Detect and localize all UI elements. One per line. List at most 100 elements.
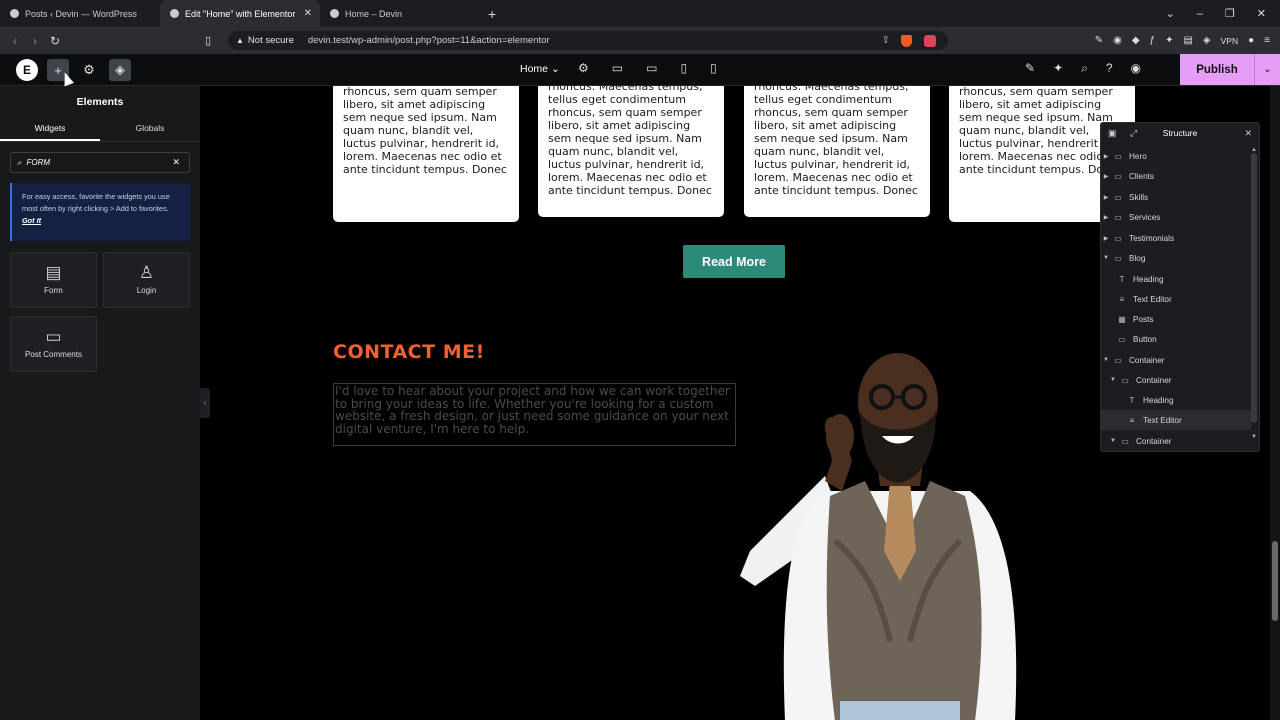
person-photo[interactable] <box>730 341 1050 720</box>
caret-down-icon[interactable]: ▼ <box>1108 377 1118 383</box>
sidebar-icon[interactable]: ▤ <box>1183 35 1192 46</box>
site-settings-icon[interactable]: ⚙ <box>78 59 100 81</box>
caret-right-icon[interactable]: ▶ <box>1101 173 1111 180</box>
structure-item-container[interactable]: ▼ ▭ Container <box>1101 350 1251 370</box>
ai-icon[interactable]: ✦ <box>1053 61 1063 76</box>
back-icon[interactable]: ‹ <box>5 34 25 48</box>
puzzle-icon[interactable]: ✦ <box>1165 35 1173 46</box>
structure-item-hero[interactable]: ▶ ▭ Hero <box>1101 146 1251 166</box>
extension-icon[interactable]: ◆ <box>1132 35 1140 46</box>
structure-item-clients[interactable]: ▶ ▭ Clients <box>1101 166 1251 186</box>
post-excerpt: rhoncus, sem quam semper libero, sit ame… <box>343 86 507 176</box>
bookmark-icon[interactable]: ▯ <box>205 34 211 47</box>
structure-item-text-editor[interactable]: ≡ Text Editor <box>1101 289 1251 309</box>
minimize-icon[interactable]: – <box>1197 8 1203 20</box>
caret-right-icon[interactable]: ▶ <box>1101 194 1111 201</box>
structure-panel: ▣ ⤢ Structure ✕ ▶ ▭ Hero ▶ ▭ Clients ▶ ▭ Skill… <box>1100 122 1260 452</box>
structure-item-posts[interactable]: ▦ Posts <box>1101 309 1251 329</box>
structure-item-heading[interactable]: T Heading <box>1101 269 1251 289</box>
canvas-scrollbar[interactable] <box>1270 86 1280 720</box>
publish-button[interactable]: Publish <box>1180 54 1254 85</box>
post-card[interactable]: rhoncus. Maecenas tempus, tellus eget co… <box>744 86 930 217</box>
forward-icon[interactable]: › <box>25 34 45 48</box>
mobile-icon[interactable]: ▯ <box>710 61 717 75</box>
container-icon: ▭ <box>1114 253 1122 263</box>
menu-icon[interactable]: ≡ <box>1264 35 1270 46</box>
wallet-icon[interactable]: ◈ <box>1203 35 1211 46</box>
caret-right-icon[interactable]: ▶ <box>1101 235 1111 242</box>
tab-home-devin[interactable]: Home – Devin <box>320 0 480 27</box>
caret-down-icon[interactable]: ▼ <box>1108 438 1118 444</box>
page-selector[interactable]: Home ⌄ <box>520 63 560 75</box>
scroll-down-icon[interactable]: ▼ <box>1251 434 1257 440</box>
preview-eye-icon[interactable]: ◉ <box>1131 61 1141 76</box>
close-icon[interactable]: ✕ <box>1244 128 1252 139</box>
tab-widgets[interactable]: Widgets <box>0 123 100 133</box>
text-editor-icon: ≡ <box>1119 294 1125 304</box>
url-text[interactable]: devin.test/wp-admin/post.php?post=11&act… <box>308 35 550 46</box>
read-more-button[interactable]: Read More <box>683 245 785 278</box>
finder-search-icon[interactable]: ⌕ <box>1081 61 1088 76</box>
browser-toolbar: ‹ › ↻ ▯ Not secure devin.test/wp-admin/p… <box>0 27 1280 54</box>
tab-globals[interactable]: Globals <box>100 123 200 133</box>
function-icon[interactable]: ƒ <box>1150 35 1156 46</box>
eyedropper-icon[interactable]: ✎ <box>1095 35 1103 46</box>
caret-down-icon[interactable]: ▼ <box>1101 357 1111 363</box>
post-card[interactable]: rhoncus. Maecenas tempus, tellus eget co… <box>538 86 724 217</box>
container-icon: ▭ <box>1121 375 1129 385</box>
collapse-panel-icon[interactable]: ‹ <box>200 388 210 418</box>
vpn-button[interactable]: VPN <box>1221 36 1238 46</box>
elementor-logo-icon[interactable]: E <box>16 59 38 81</box>
tab-posts[interactable]: Posts ‹ Devin — WordPress <box>0 0 160 27</box>
structure-item-services[interactable]: ▶ ▭ Services <box>1101 207 1251 227</box>
structure-item-blog[interactable]: ▼ ▭ Blog <box>1101 248 1251 268</box>
search-value[interactable]: FORM <box>26 158 50 167</box>
clear-search-icon[interactable]: ✕ <box>172 157 180 168</box>
widget-form[interactable]: ▤ Form <box>10 252 97 308</box>
structure-icon[interactable]: ◈ <box>109 59 131 81</box>
share-icon[interactable]: ⇪ <box>882 35 890 46</box>
widget-login[interactable]: ♙ Login <box>103 252 190 308</box>
structure-scrollbar[interactable] <box>1251 153 1257 423</box>
brave-rewards-icon[interactable] <box>924 34 936 47</box>
brave-shield-icon[interactable] <box>901 34 912 47</box>
page-settings-icon[interactable]: ⚙ <box>578 61 589 75</box>
profile-icon[interactable]: ● <box>1248 35 1254 46</box>
help-icon[interactable]: ? <box>1106 61 1113 76</box>
structure-item-text-editor[interactable]: ≡ Text Editor <box>1101 410 1251 430</box>
tab-edit-home[interactable]: Edit "Home" with Elementor ✕ <box>160 0 320 27</box>
close-tab-icon[interactable]: ✕ <box>304 8 312 19</box>
structure-item-skills[interactable]: ▶ ▭ Skills <box>1101 187 1251 207</box>
panel-tabs: Widgets Globals <box>0 118 200 142</box>
tab-list-icon[interactable]: ⌄ <box>1166 7 1175 20</box>
scrollbar-thumb[interactable] <box>1272 541 1278 621</box>
caret-right-icon[interactable]: ▶ <box>1101 153 1111 160</box>
structure-item-container[interactable]: ▼ ▭ Container <box>1101 431 1251 451</box>
structure-item-button[interactable]: ▭ Button <box>1101 329 1251 349</box>
camera-icon[interactable]: ◉ <box>1113 35 1122 46</box>
tab-title: Posts ‹ Devin — WordPress <box>25 8 137 19</box>
caret-down-icon[interactable]: ▼ <box>1101 255 1111 261</box>
contact-heading[interactable]: CONTACT ME! <box>333 341 485 363</box>
structure-item-testimonials[interactable]: ▶ ▭ Testimonials <box>1101 228 1251 248</box>
widget-post-comments[interactable]: ▭ Post Comments <box>10 316 97 372</box>
maximize-icon[interactable]: ❐ <box>1225 7 1235 20</box>
got-it-link[interactable]: Got It <box>22 216 41 225</box>
notes-icon[interactable]: ✎ <box>1025 61 1035 76</box>
contact-text-editor[interactable]: I'd love to hear about your project and … <box>333 383 736 446</box>
structure-item-heading[interactable]: T Heading <box>1101 390 1251 410</box>
address-bar[interactable]: Not secure devin.test/wp-admin/post.php?… <box>228 31 948 50</box>
tablet-icon[interactable]: ▯ <box>680 61 687 75</box>
desktop-icon[interactable]: ▭ <box>612 61 623 75</box>
structure-item-label: Container <box>1136 375 1172 385</box>
post-card[interactable]: rhoncus, sem quam semper libero, sit ame… <box>333 86 519 222</box>
widget-search-input[interactable]: ⌕ FORM ✕ <box>10 152 190 173</box>
new-tab-button[interactable]: + <box>488 0 496 27</box>
laptop-icon[interactable]: ▭ <box>646 61 657 75</box>
publish-options-chevron-icon[interactable]: ⌄ <box>1254 54 1280 85</box>
reload-icon[interactable]: ↻ <box>45 34 65 48</box>
close-window-icon[interactable]: ✕ <box>1257 7 1266 20</box>
security-indicator[interactable]: Not secure <box>236 35 294 46</box>
structure-item-container[interactable]: ▼ ▭ Container <box>1101 370 1251 390</box>
caret-right-icon[interactable]: ▶ <box>1101 214 1111 221</box>
